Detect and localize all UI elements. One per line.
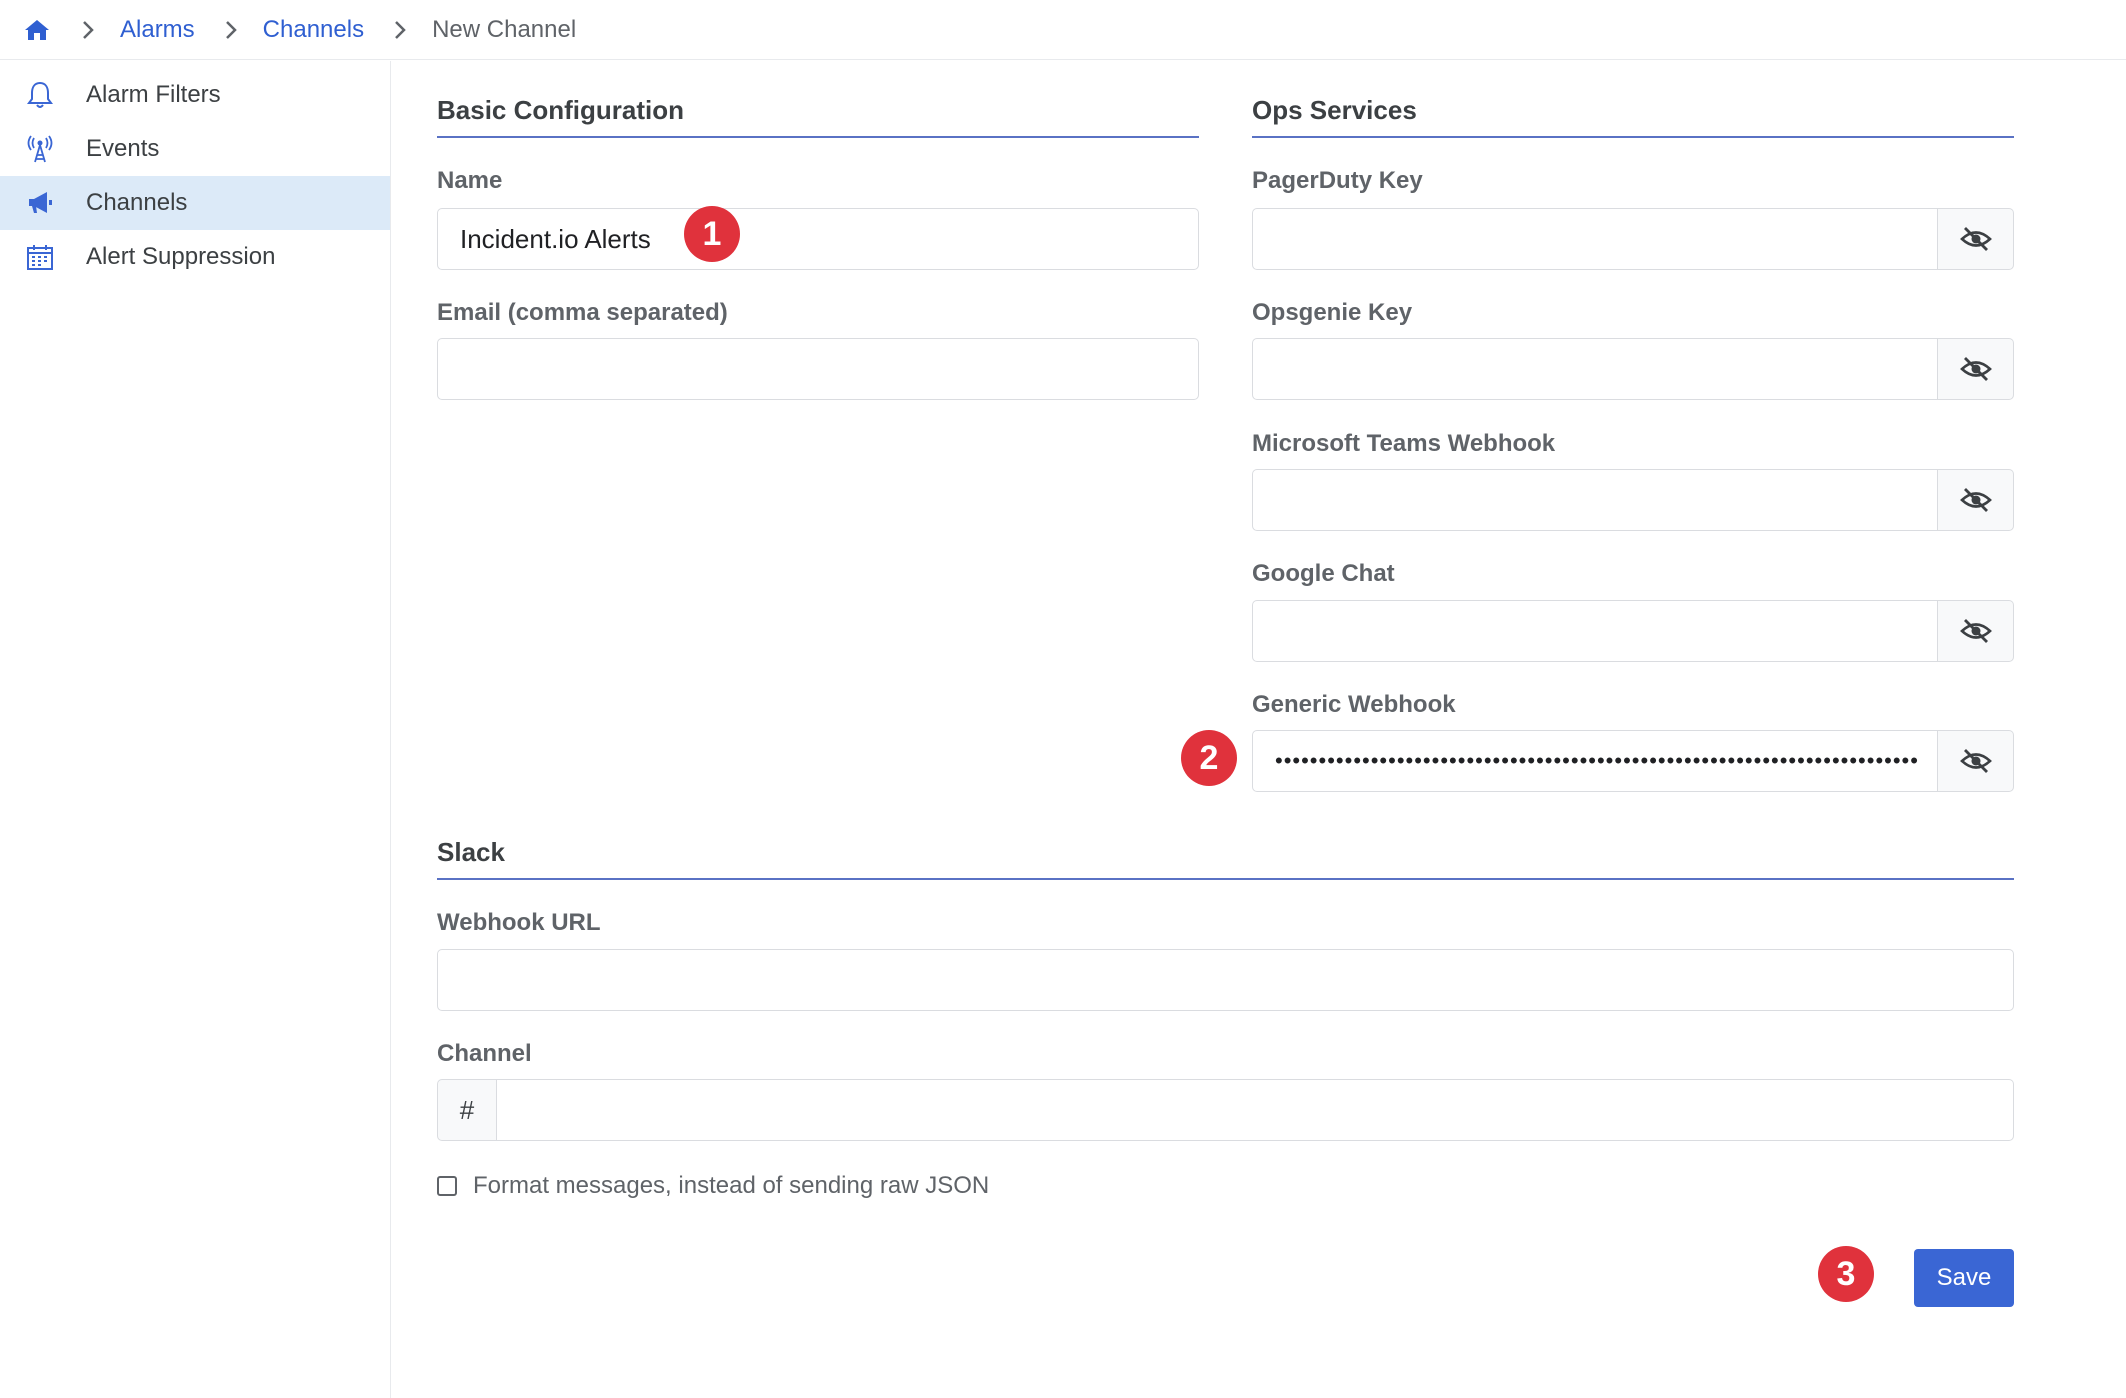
- sidebar-item-alert-suppression[interactable]: Alert Suppression: [0, 230, 390, 284]
- sidebar-item-label: Channels: [86, 189, 188, 216]
- google-chat-input[interactable]: [1252, 600, 1938, 662]
- calendar-icon: [24, 241, 56, 273]
- generic-webhook-input[interactable]: ••••••••••••••••••••••••••••••••••••••••…: [1252, 730, 1938, 792]
- step-marker-3: 3: [1818, 1246, 1874, 1302]
- section-divider: [437, 878, 2014, 880]
- section-divider: [437, 136, 1199, 138]
- eye-slash-icon: [1959, 619, 1992, 643]
- webhook-url-label: Webhook URL: [437, 909, 601, 936]
- step-marker-1: 1: [684, 206, 740, 262]
- toggle-visibility-button[interactable]: [1938, 338, 2014, 400]
- format-messages-label: Format messages, instead of sending raw …: [473, 1172, 990, 1199]
- toggle-visibility-button[interactable]: [1938, 730, 2014, 792]
- sidebar-item-label: Alarm Filters: [86, 81, 221, 108]
- section-divider: [1252, 136, 2014, 138]
- sidebar-item-label: Events: [86, 135, 160, 162]
- chevron-right-icon: [390, 15, 410, 45]
- format-messages-row[interactable]: Format messages, instead of sending raw …: [437, 1172, 989, 1200]
- channel-group: #: [437, 1079, 2014, 1141]
- eye-slash-icon: [1959, 749, 1992, 773]
- main-content: Basic Configuration Name Incident.io Ale…: [391, 61, 2126, 1398]
- pagerduty-input[interactable]: [1252, 208, 1938, 270]
- google-chat-group: [1252, 600, 2014, 662]
- section-title-slack: Slack: [437, 837, 505, 867]
- section-title-ops: Ops Services: [1252, 95, 1417, 125]
- sidebar: Alarm Filters Events Channels Alert Supp…: [0, 61, 391, 1398]
- opsgenie-input[interactable]: [1252, 338, 1938, 400]
- format-messages-checkbox[interactable]: [437, 1176, 457, 1196]
- chevron-right-icon: [221, 15, 241, 45]
- sidebar-item-events[interactable]: Events: [0, 122, 390, 176]
- toggle-visibility-button[interactable]: [1938, 600, 2014, 662]
- sidebar-item-alarm-filters[interactable]: Alarm Filters: [0, 68, 390, 122]
- opsgenie-group: [1252, 338, 2014, 400]
- step-marker-2: 2: [1181, 730, 1237, 786]
- teams-label: Microsoft Teams Webhook: [1252, 430, 1556, 457]
- breadcrumb-channels[interactable]: Channels: [263, 16, 364, 44]
- pagerduty-label: PagerDuty Key: [1252, 167, 1423, 194]
- save-button[interactable]: Save: [1914, 1249, 2014, 1307]
- hash-prefix: #: [437, 1079, 497, 1141]
- eye-slash-icon: [1959, 227, 1992, 251]
- name-input[interactable]: Incident.io Alerts: [437, 208, 1199, 270]
- antenna-icon: [24, 133, 56, 165]
- megaphone-icon: [24, 187, 56, 219]
- toggle-visibility-button[interactable]: [1938, 469, 2014, 531]
- generic-webhook-group: ••••••••••••••••••••••••••••••••••••••••…: [1252, 730, 2014, 792]
- opsgenie-label: Opsgenie Key: [1252, 299, 1413, 326]
- pagerduty-group: [1252, 208, 2014, 270]
- bell-icon: [24, 79, 56, 111]
- channel-input[interactable]: [497, 1079, 2014, 1141]
- toggle-visibility-button[interactable]: [1938, 208, 2014, 270]
- breadcrumb-alarms[interactable]: Alarms: [120, 16, 195, 44]
- chevron-right-icon: [78, 15, 98, 45]
- home-icon[interactable]: [22, 15, 52, 45]
- breadcrumb-current: New Channel: [432, 15, 577, 43]
- teams-webhook-input[interactable]: [1252, 469, 1938, 531]
- email-input[interactable]: [437, 338, 1199, 400]
- breadcrumb: Alarms Channels New Channel: [0, 0, 2126, 60]
- generic-webhook-label: Generic Webhook: [1252, 691, 1456, 718]
- email-label: Email (comma separated): [437, 299, 728, 326]
- sidebar-item-label: Alert Suppression: [86, 243, 276, 270]
- eye-slash-icon: [1959, 357, 1992, 381]
- google-chat-label: Google Chat: [1252, 560, 1395, 587]
- section-title-basic: Basic Configuration: [437, 95, 685, 125]
- sidebar-item-channels[interactable]: Channels: [0, 176, 390, 230]
- channel-label: Channel: [437, 1040, 532, 1067]
- webhook-url-input[interactable]: [437, 949, 2014, 1011]
- teams-group: [1252, 469, 2014, 531]
- eye-slash-icon: [1959, 488, 1992, 512]
- name-label: Name: [437, 167, 503, 194]
